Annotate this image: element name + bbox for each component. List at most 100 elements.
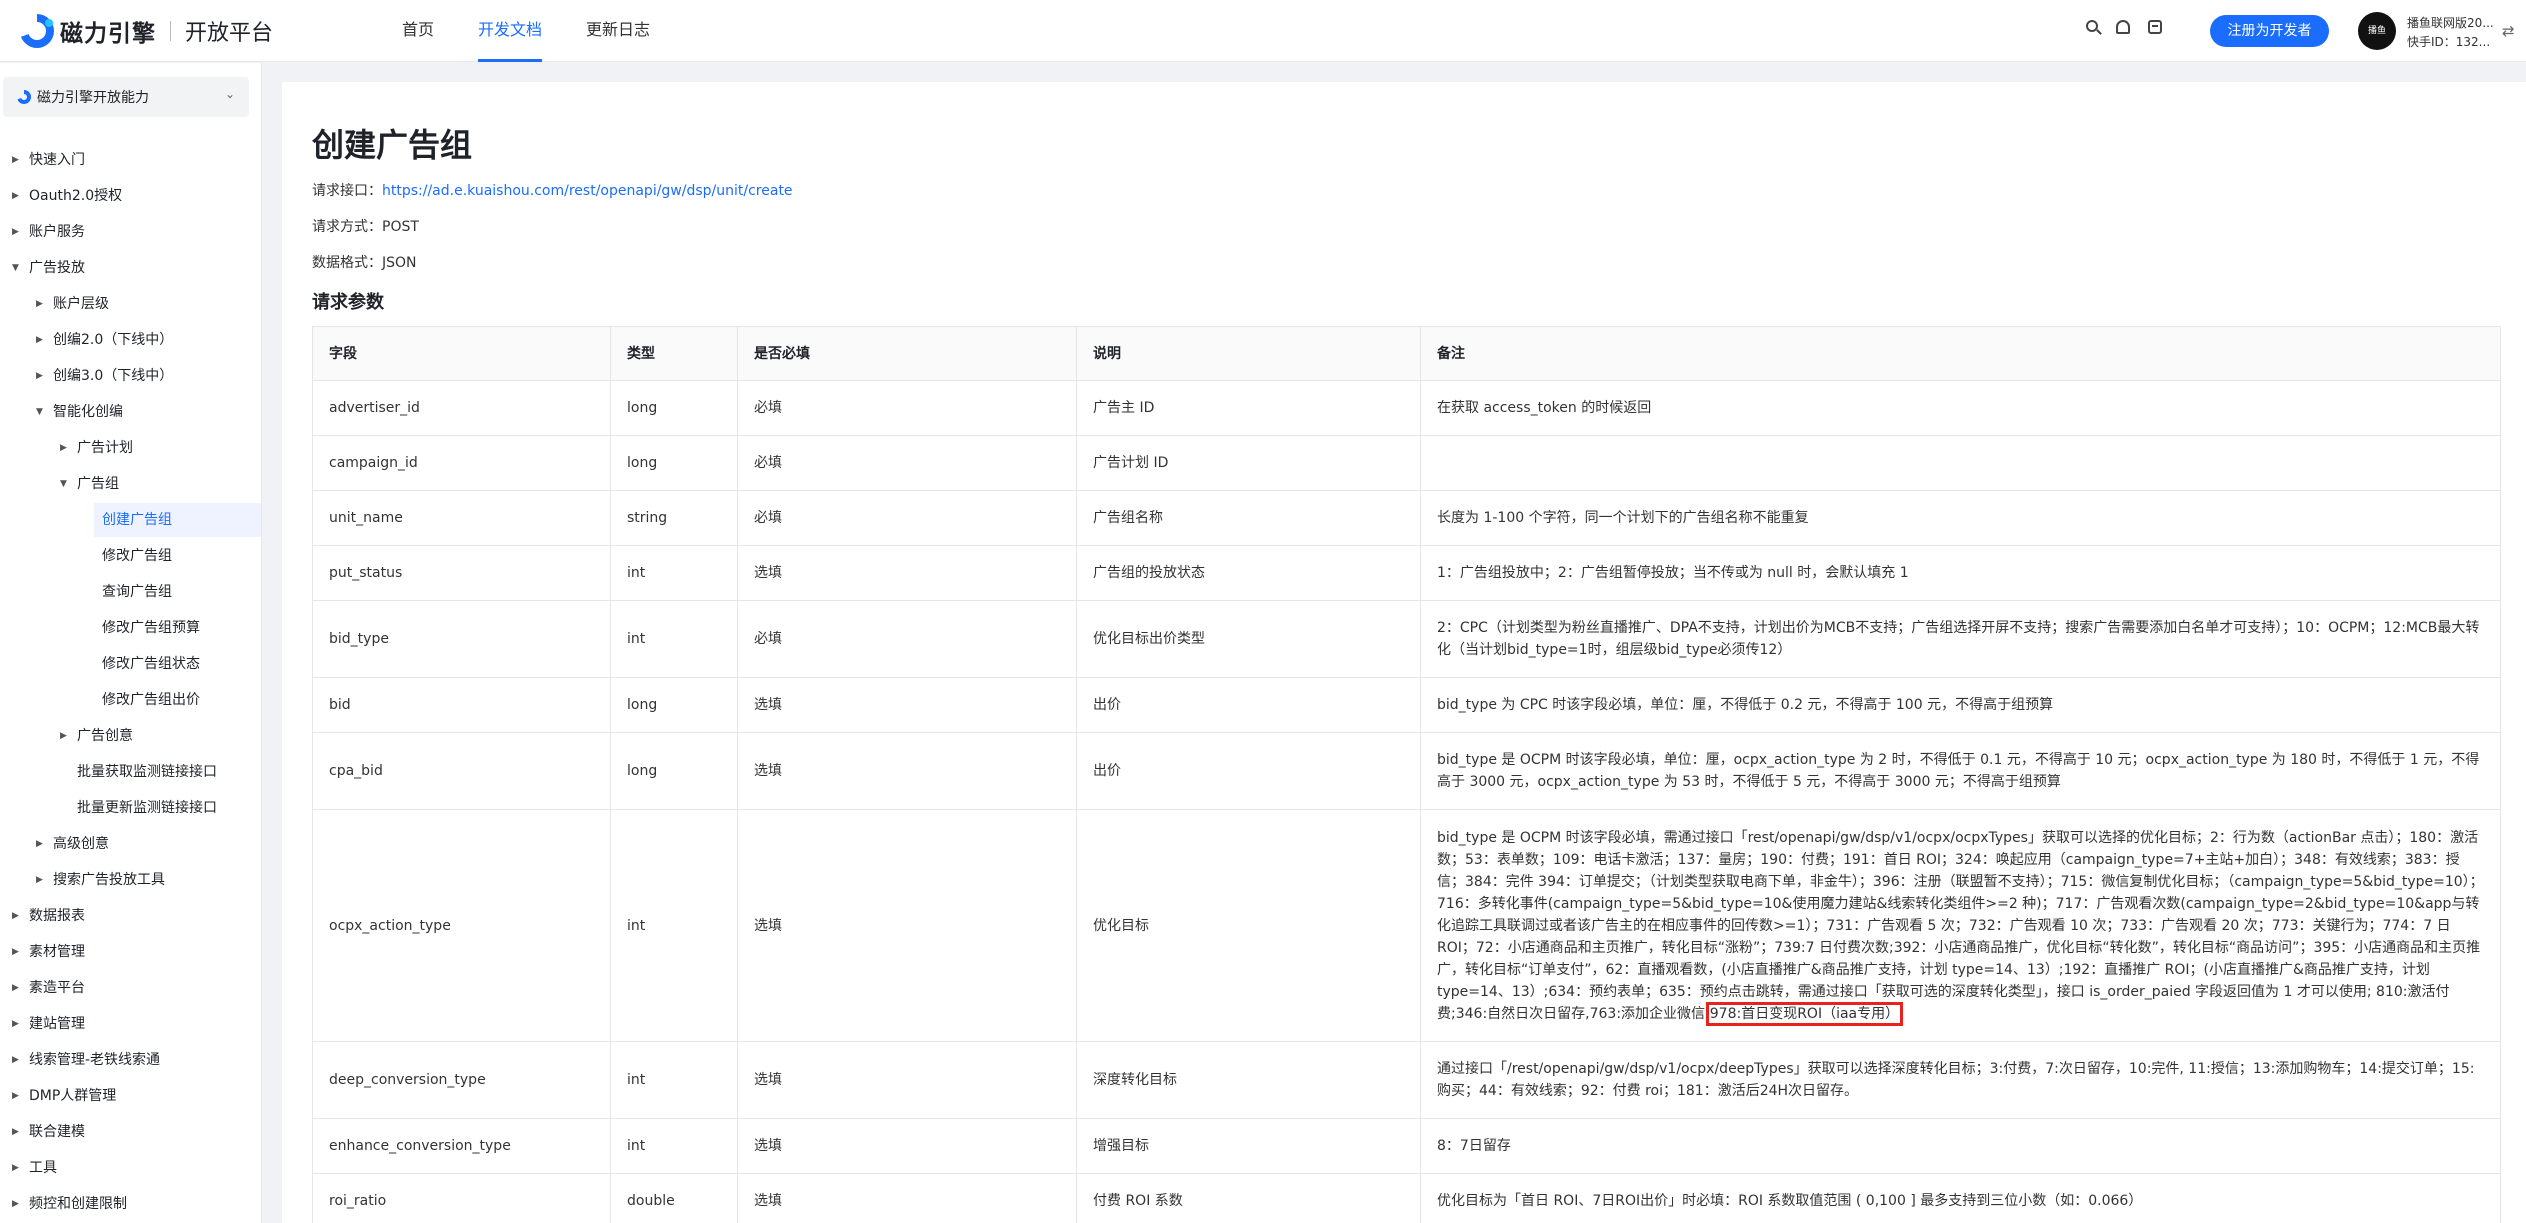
cell-type: int — [610, 809, 738, 1042]
cell-text: campaign_id — [329, 455, 418, 471]
doc-content: 创建广告组 请求接口：https://ad.e.kuaishou.com/res… — [282, 82, 2526, 1223]
cell-text: 8：7日留存 — [1437, 1138, 1511, 1154]
cell-text: 广告主 ID — [1093, 400, 1155, 416]
sidebar-item[interactable]: 修改广告组出价 — [94, 683, 261, 717]
cell-description: 出价 — [1076, 677, 1421, 733]
register-developer-button[interactable]: 注册为开发者 — [2210, 15, 2329, 47]
endpoint-url[interactable]: https://ad.e.kuaishou.com/rest/openapi/g… — [382, 183, 793, 199]
capability-select[interactable]: 磁力引擎开放能力 ⌄ — [3, 77, 249, 117]
sidebar-item[interactable]: ▶ 广告计划 — [0, 431, 261, 465]
nav-home[interactable]: 首页 — [380, 0, 456, 62]
sidebar-item[interactable]: 创建广告组 — [94, 503, 261, 537]
endpoint-label: 请求接口： — [312, 183, 382, 199]
cell-text: 广告组的投放状态 — [1093, 565, 1205, 581]
table-row: advertiser_id long 必填 广告主 ID 在获取 access_toke… — [312, 380, 2501, 436]
caret-right-icon: ▶ — [60, 443, 67, 453]
sidebar-item-label: 账户服务 — [29, 224, 85, 240]
cell-text: 长度为 1-100 个字符，同一个计划下的广告组名称不能重复 — [1437, 510, 1809, 526]
sidebar-item[interactable]: ▶ 联合建模 — [0, 1115, 261, 1149]
sidebar-item[interactable]: ▶ 广告创意 — [0, 719, 261, 753]
sidebar-item[interactable]: 批量获取监测链接接口 — [0, 755, 261, 789]
cell-field: roi_ratio — [312, 1173, 611, 1223]
sidebar-item-label: Oauth2.0授权 — [29, 188, 123, 204]
logo-mark-icon — [17, 90, 31, 104]
column-header-remarks: 备注 — [1420, 326, 2501, 381]
sidebar-item[interactable]: ▶ 账户服务 — [0, 215, 261, 249]
sidebar-item[interactable]: ▶ 工具 — [0, 1151, 261, 1185]
sidebar-item[interactable]: 批量更新监测链接接口 — [0, 791, 261, 825]
avatar[interactable]: 播鱼 — [2358, 12, 2396, 50]
caret-right-icon: ▶ — [12, 1019, 19, 1029]
format-label: 数据格式： — [312, 255, 382, 271]
cell-required: 选填 — [737, 545, 1077, 601]
sidebar-item[interactable]: ▶ DMP人群管理 — [0, 1079, 261, 1113]
cell-text: 优化目标为「首日 ROI、7日ROI出价」时必填：ROI 系数取值范围 ( 0,… — [1437, 1193, 2143, 1209]
format-row: 数据格式：JSON — [312, 252, 417, 272]
sidebar-item[interactable]: 查询广告组 — [94, 575, 261, 609]
column-header-description: 说明 — [1076, 326, 1421, 381]
cell-text: 1：广告组投放中；2：广告组暂停投放；当不传或为 null 时，会默认填充 1 — [1437, 565, 1909, 581]
cell-text: bid_type 是 OCPM 时该字段必填，需通过接口「rest/openap… — [1437, 829, 2484, 1022]
brand-logo[interactable]: 磁力引擎 开放平台 — [20, 13, 273, 49]
sidebar-item[interactable]: ▼ 广告组 — [0, 467, 261, 501]
sidebar-item-label: 快速入门 — [29, 152, 85, 168]
sidebar-item[interactable]: ▶ 账户层级 — [0, 287, 261, 321]
method-value: POST — [382, 219, 419, 235]
cell-type: int — [610, 600, 738, 678]
nav-dev-docs[interactable]: 开发文档 — [456, 0, 564, 62]
sidebar-item-label: 广告组 — [77, 476, 119, 492]
sidebar-item[interactable]: ▶ 建站管理 — [0, 1007, 261, 1041]
sidebar-item[interactable]: 修改广告组 — [94, 539, 261, 573]
caret-right-icon: ▶ — [12, 227, 19, 237]
endpoint-row: 请求接口：https://ad.e.kuaishou.com/rest/open… — [312, 180, 793, 200]
nav-changelog[interactable]: 更新日志 — [564, 0, 672, 62]
search-icon[interactable] — [2086, 20, 2098, 32]
sidebar-item[interactable]: ▶ 搜索广告投放工具 — [0, 863, 261, 897]
top-nav: 首页 开发文档 更新日志 — [380, 0, 672, 62]
sidebar-item[interactable]: ▶ 创编2.0（下线中） — [0, 323, 261, 357]
caret-down-icon: ▼ — [36, 407, 43, 417]
table-row: unit_name string 必填 广告组名称 长度为 1-100 个字符，同一个计… — [312, 490, 2501, 546]
user-name[interactable]: 播鱼联网版20... — [2407, 14, 2494, 31]
cell-text: 选填 — [754, 917, 782, 934]
sidebar-item[interactable]: ▶ 数据报表 — [0, 899, 261, 933]
cell-remarks: 2：CPC（计划类型为粉丝直播推广、DPA不支持，计划出价为MCB不支持；广告组… — [1420, 600, 2501, 678]
sidebar-item[interactable]: ▶ 快速入门 — [0, 143, 261, 177]
cell-field: unit_name — [312, 490, 611, 546]
cell-type: int — [610, 1041, 738, 1119]
bell-icon[interactable] — [2116, 20, 2130, 34]
sidebar-item-label: 修改广告组 — [102, 548, 172, 564]
cell-description: 广告组的投放状态 — [1076, 545, 1421, 601]
cell-text: bid_type 是 OCPM 时该字段必填，单位：厘，ocpx_action_… — [1437, 752, 2480, 790]
sidebar-item[interactable]: ▶ 线索管理-老铁线索通 — [0, 1043, 261, 1077]
sidebar-item[interactable]: ▶ 素材管理 — [0, 935, 261, 969]
sidebar-item-label: 联合建模 — [29, 1124, 85, 1140]
cell-text: long — [627, 763, 658, 779]
method-label: 请求方式： — [312, 219, 382, 235]
sidebar-item[interactable]: ▶ 素造平台 — [0, 971, 261, 1005]
switch-account-icon[interactable]: ⇄ — [2502, 22, 2515, 40]
cell-remarks: bid_type 是 OCPM 时该字段必填，单位：厘，ocpx_action_… — [1420, 732, 2501, 810]
column-header-required: 是否必填 — [737, 326, 1077, 381]
sidebar-item[interactable]: ▶ 高级创意 — [0, 827, 261, 861]
cell-text: bid — [329, 697, 351, 713]
sidebar-item[interactable]: ▼ 智能化创编 — [0, 395, 261, 429]
cell-remarks: 1：广告组投放中；2：广告组暂停投放；当不传或为 null 时，会默认填充 1 — [1420, 545, 2501, 601]
message-icon[interactable] — [2148, 20, 2162, 34]
cell-required: 选填 — [737, 1173, 1077, 1223]
sidebar-item[interactable]: ▶ 创编3.0（下线中） — [0, 359, 261, 393]
sidebar-item[interactable]: 修改广告组预算 — [94, 611, 261, 645]
top-header: 磁力引擎 开放平台 首页 开发文档 更新日志 注册为开发者 播鱼 播鱼联网版20… — [0, 0, 2526, 62]
column-header-type: 类型 — [610, 326, 738, 381]
cell-text: ocpx_action_type — [329, 917, 451, 934]
sidebar-item[interactable]: ▶ 频控和创建限制 — [0, 1187, 261, 1221]
cell-text: 选填 — [754, 763, 782, 779]
sidebar-item[interactable]: 修改广告组状态 — [94, 647, 261, 681]
sidebar-item-label: 批量更新监测链接接口 — [77, 800, 217, 816]
sidebar-item[interactable]: ▶ Oauth2.0授权 — [0, 179, 261, 213]
cell-type: long — [610, 732, 738, 810]
cell-text: roi_ratio — [329, 1193, 387, 1209]
sidebar-item[interactable]: ▼ 广告投放 — [0, 251, 261, 285]
sidebar-item-label: 修改广告组预算 — [102, 620, 200, 636]
table-row: ocpx_action_type int 选填 优化目标 bid_type 是 OCPM… — [312, 809, 2501, 1042]
